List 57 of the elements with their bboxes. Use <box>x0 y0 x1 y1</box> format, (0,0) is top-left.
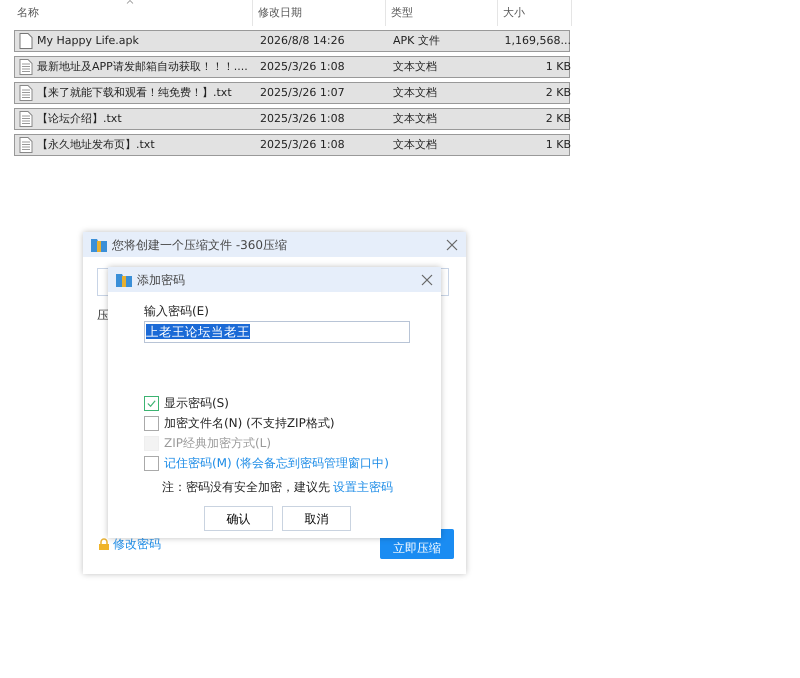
file-row[interactable]: My Happy Life.apk 2026/8/8 14:26 APK 文件 1,169,568... <box>14 30 570 52</box>
file-date: 2026/8/8 14:26 <box>260 34 345 47</box>
file-name: 【永久地址发布页】.txt <box>37 136 155 153</box>
text-file-icon <box>19 85 33 101</box>
checkbox[interactable] <box>144 416 159 430</box>
option-label: 显示密码(S) <box>164 395 229 412</box>
column-header[interactable]: 类型 <box>386 0 498 26</box>
file-date: 2025/3/26 1:08 <box>260 60 345 73</box>
file-type: 文本文档 <box>393 60 437 73</box>
file-size: 1 KB <box>546 60 571 73</box>
check-icon <box>146 398 157 408</box>
file-row[interactable]: 最新地址及APP请发邮箱自动获取！！！.... 2025/3/26 1:08 文本文档 1 KB <box>14 56 570 78</box>
file-type: APK 文件 <box>393 34 440 47</box>
file-row[interactable]: 【永久地址发布页】.txt 2025/3/26 1:08 文本文档 1 KB <box>14 134 570 156</box>
option-link[interactable]: 记住密码(M) (将会备忘到密码管理窗口中) <box>164 454 389 472</box>
file-size: 1,169,568... <box>504 34 571 47</box>
file-row[interactable]: 【来了就能下载和观看！纯免费！】.txt 2025/3/26 1:07 文本文档 2 KB <box>14 82 570 104</box>
dialog-button[interactable]: 确认 <box>204 506 273 531</box>
file-type: 文本文档 <box>393 86 437 99</box>
archive-folder-icon <box>116 272 132 286</box>
text-file-icon <box>19 137 33 153</box>
file-icon <box>19 33 33 49</box>
field-label: 输入密码(E) <box>144 303 210 320</box>
file-size: 2 KB <box>546 86 571 99</box>
note-text: 注：密码没有安全加密，建议先 <box>162 479 330 496</box>
field-label: 压 <box>97 307 109 324</box>
close-icon[interactable] <box>446 238 458 250</box>
dialog-button[interactable]: 取消 <box>282 506 351 531</box>
file-name: 最新地址及APP请发邮箱自动获取！！！.... <box>37 58 248 75</box>
file-name: 【来了就能下载和观看！纯免费！】.txt <box>37 84 232 101</box>
file-name: 【论坛介绍】.txt <box>37 110 122 127</box>
column-header[interactable]: 修改日期 <box>253 0 386 26</box>
file-row[interactable]: 【论坛介绍】.txt 2025/3/26 1:08 文本文档 2 KB <box>14 108 570 130</box>
master-password-link[interactable]: 设置主密码 <box>333 478 393 496</box>
window-title: 您将创建一个压缩文件 -360压缩 <box>112 236 288 254</box>
file-date: 2025/3/26 1:07 <box>260 86 345 99</box>
file-name: My Happy Life.apk <box>37 32 139 49</box>
close-icon[interactable] <box>421 274 433 286</box>
dialog-title: 添加密码 <box>137 272 185 288</box>
file-date: 2025/3/26 1:08 <box>260 138 345 151</box>
column-header[interactable]: 大小 <box>498 0 572 26</box>
file-type: 文本文档 <box>393 112 437 125</box>
text-file-icon <box>19 111 33 127</box>
option-label: 加密文件名(N) (不支持ZIP格式) <box>164 415 335 432</box>
lock-icon <box>98 538 110 550</box>
checkbox[interactable] <box>144 456 159 470</box>
option-label: ZIP经典加密方式(L) <box>164 435 272 452</box>
checkbox[interactable] <box>144 396 159 410</box>
change-password-link[interactable]: 修改密码 <box>113 535 161 553</box>
file-size: 2 KB <box>546 112 571 125</box>
file-size: 1 KB <box>546 138 571 151</box>
column-header[interactable]: 名称 <box>12 0 253 26</box>
password-field[interactable]: 上老王论坛当老王 <box>144 321 410 343</box>
archive-folder-icon <box>91 238 107 252</box>
text-file-icon <box>19 59 33 75</box>
file-date: 2025/3/26 1:08 <box>260 112 345 125</box>
file-type: 文本文档 <box>393 138 437 151</box>
